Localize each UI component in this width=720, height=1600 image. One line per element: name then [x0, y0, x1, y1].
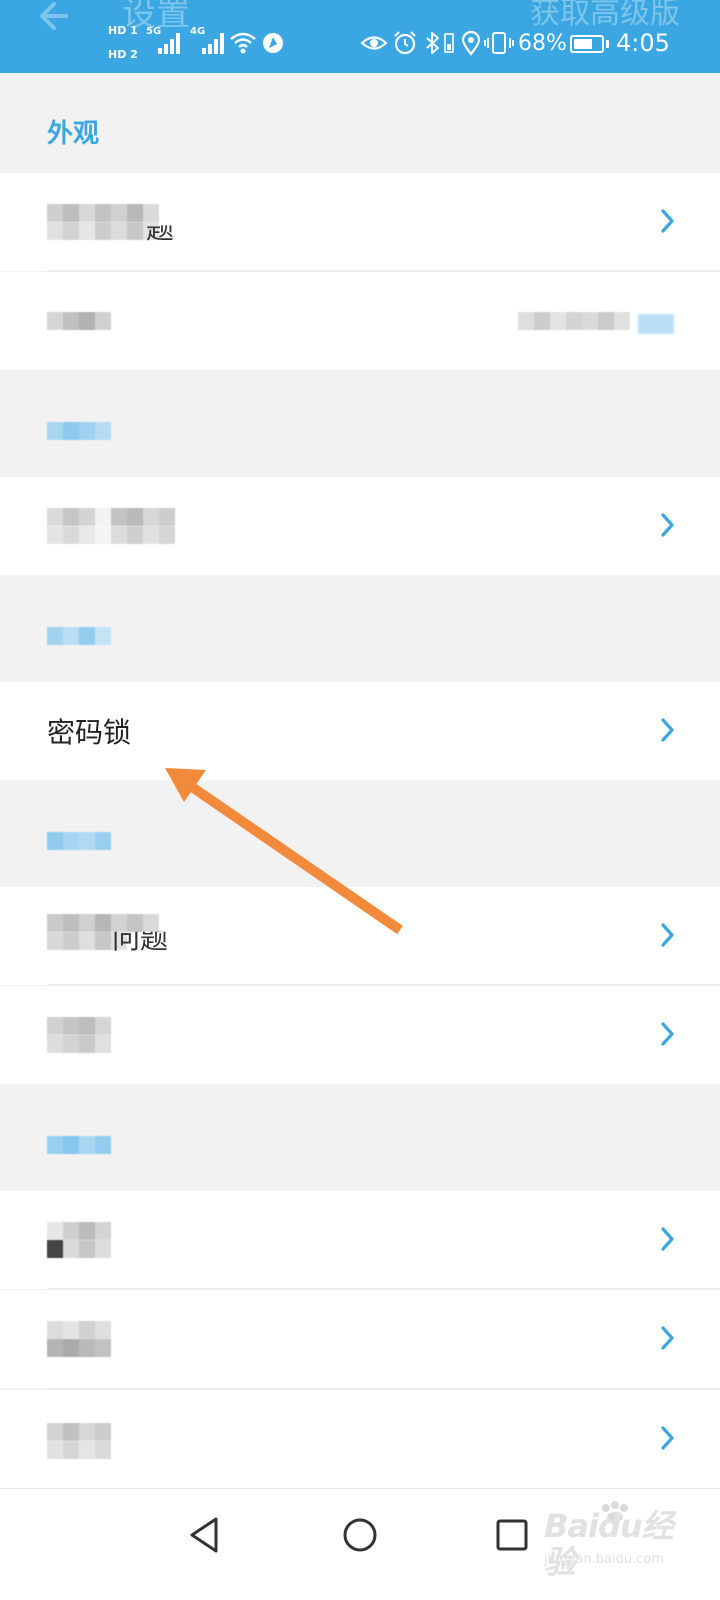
nav-home-icon[interactable] [336, 1511, 384, 1559]
signal-icon [158, 33, 180, 54]
redacted-label-row2 [47, 526, 175, 544]
redacted-label [47, 914, 159, 932]
section-header-5 [0, 1084, 720, 1191]
redacted-label-row2 [47, 222, 159, 240]
section-header-4 [0, 780, 720, 887]
hd-indicator: HD 1 HD 2 [108, 24, 142, 64]
battery-icon [570, 35, 604, 53]
hd2-label: HD 2 [108, 48, 138, 61]
data-saver-icon [263, 33, 283, 53]
status-clock: 4:05 [616, 29, 670, 57]
redacted-label [47, 508, 175, 526]
redacted-label-row2 [47, 1339, 111, 1357]
nav-back-icon[interactable] [182, 1511, 230, 1559]
chevron-right-icon [661, 923, 674, 947]
section-header-appearance: 外观 [0, 73, 720, 173]
battery-level [574, 39, 592, 49]
redacted-label [47, 1222, 111, 1240]
redacted-label [47, 1423, 111, 1441]
chevron-right-icon [661, 1426, 674, 1450]
alarm-icon [394, 31, 416, 55]
signal-icon-2 [202, 33, 224, 54]
redacted-value [518, 312, 630, 330]
vibrate-icon [484, 32, 514, 54]
chevron-right-icon [661, 513, 674, 537]
redacted-label [47, 1321, 111, 1339]
settings-row-feedback-1[interactable]: 问题 [0, 887, 720, 985]
wifi-icon [230, 32, 256, 54]
chevron-right-icon [661, 209, 674, 233]
watermark-url: jingyan.baidu.com [544, 1552, 664, 1567]
battery-percent: 68% [518, 31, 567, 56]
location-icon [461, 30, 481, 56]
nav-recents-icon[interactable] [488, 1511, 536, 1559]
password-lock-label: 密码锁 [47, 716, 132, 749]
redacted-label [47, 1017, 111, 1035]
section-label-appearance: 外观 [47, 119, 100, 149]
eye-icon [360, 36, 388, 50]
settings-row-appearance-1[interactable]: 题 [0, 173, 720, 271]
hd1-label: HD 1 [108, 24, 138, 37]
redacted-section-label [47, 627, 111, 645]
settings-row-feedback-2[interactable] [0, 986, 720, 1084]
settings-row-section5-3[interactable] [0, 1390, 720, 1488]
settings-row-section2-1[interactable] [0, 477, 720, 575]
redacted-label-row2 [47, 1441, 111, 1459]
settings-row-section5-2[interactable] [0, 1290, 720, 1388]
settings-row-appearance-2[interactable] [0, 272, 720, 370]
status-bar: HD 1 HD 2 5G 4G 68% 4:05 [0, 24, 720, 64]
chevron-right-icon [661, 1227, 674, 1251]
redacted-section-label [47, 832, 111, 850]
redacted-section-label [47, 1136, 111, 1154]
battery-mini-icon [444, 33, 454, 53]
battery-tip [606, 40, 609, 48]
redacted-label [47, 312, 111, 330]
watermark-brand: Baidu经验 [544, 1507, 674, 1581]
redacted-toggle[interactable] [638, 314, 674, 334]
chevron-right-icon [661, 718, 674, 742]
settings-row-section5-1[interactable] [0, 1191, 720, 1289]
redacted-label [47, 204, 159, 222]
chevron-right-icon [661, 1326, 674, 1350]
chevron-right-icon [661, 1022, 674, 1046]
baidu-watermark: Baidu经验 jingyan.baidu.com [544, 1501, 694, 1580]
redacted-label-row2 [47, 1240, 111, 1258]
bluetooth-icon [426, 32, 439, 54]
redacted-label-row2 [47, 1035, 111, 1053]
section-header-2 [0, 370, 720, 477]
redacted-section-label [47, 422, 111, 440]
settings-row-password-lock[interactable]: 密码锁 [0, 682, 720, 780]
top-bar: 设置 获取高级版 HD 1 HD 2 5G 4G 68% 4:05 [0, 0, 720, 73]
section-header-3 [0, 575, 720, 682]
